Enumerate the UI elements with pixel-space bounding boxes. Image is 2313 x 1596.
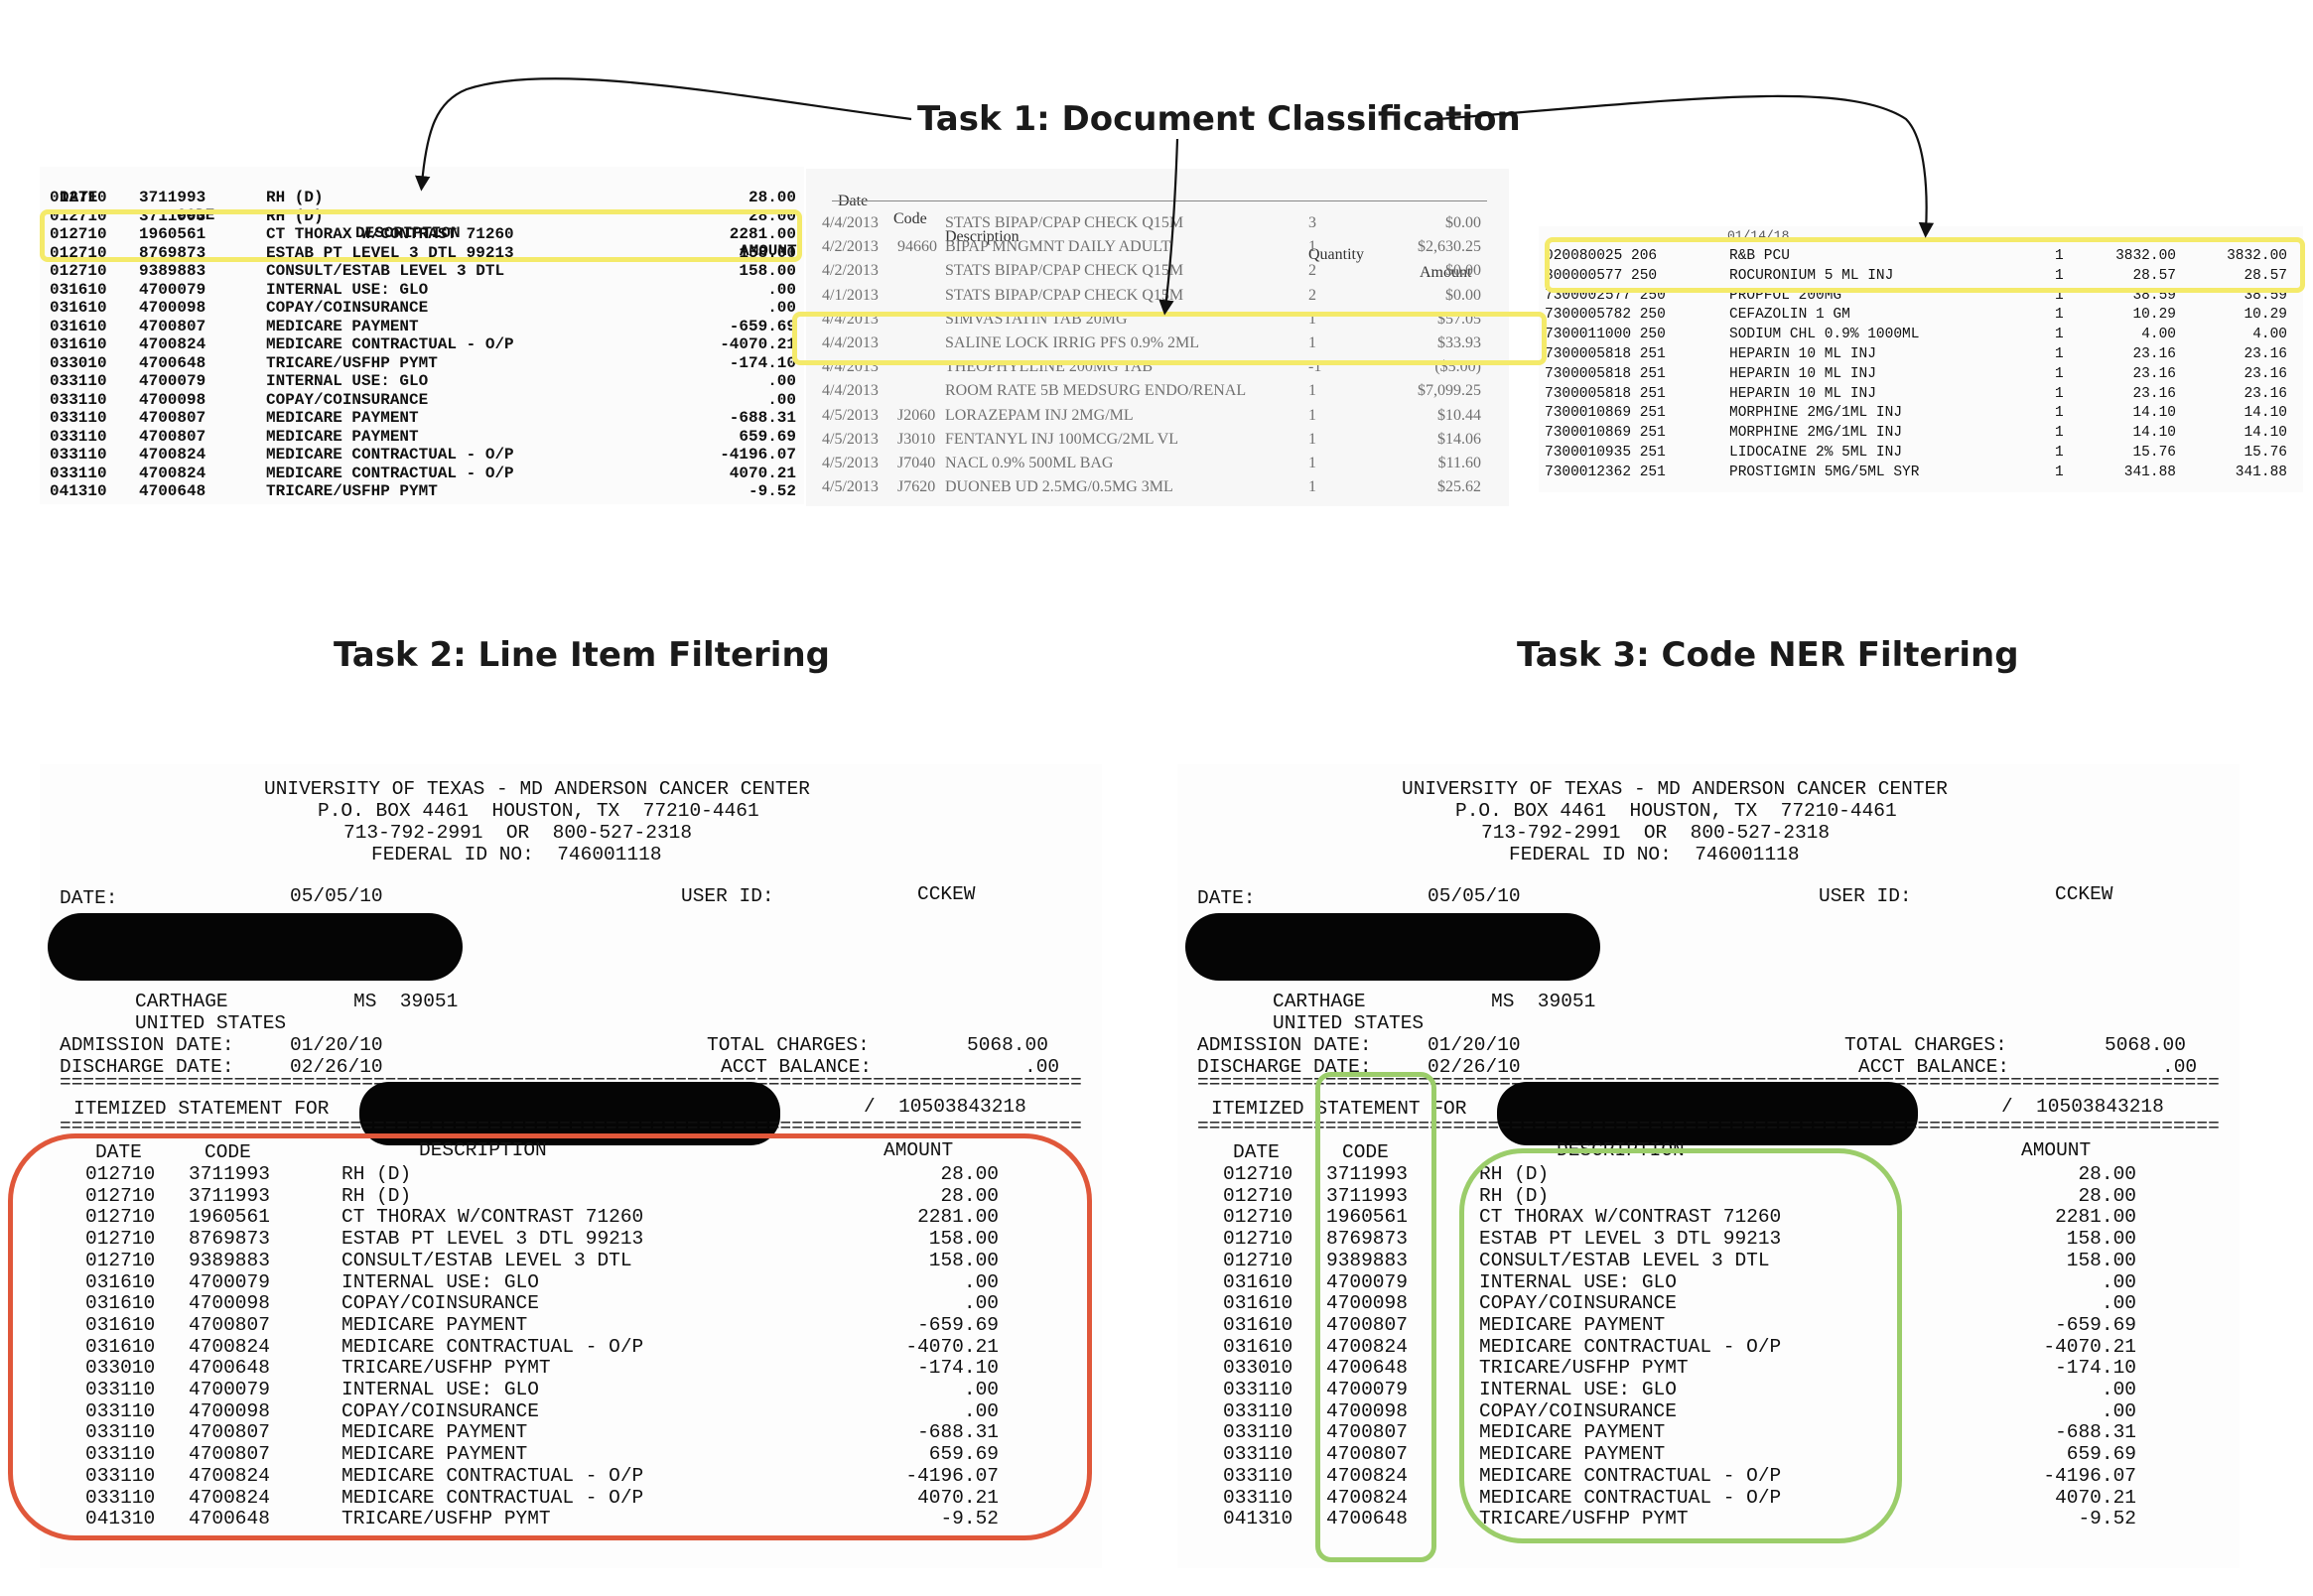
admission-date-value: 01/20/10 <box>290 1034 383 1056</box>
country: UNITED STATES <box>1273 1012 1425 1034</box>
arrow-to-doc1 <box>415 77 912 192</box>
hospital-address: P.O. BOX 4461 HOUSTON, TX 77210-4461 <box>318 800 759 822</box>
row-amount: .00 <box>2101 1270 2136 1293</box>
user-id-label: USER ID: <box>1819 885 1912 907</box>
row-date: 033110 <box>1223 1486 1293 1509</box>
federal-id: FEDERAL ID NO: 746001118 <box>371 844 662 865</box>
row-date: 012710 <box>1223 1249 1293 1271</box>
row-amount: .00 <box>2101 1292 2136 1315</box>
total-charges-value: 5068.00 <box>967 1034 1048 1056</box>
date-value: 05/05/10 <box>290 885 383 907</box>
user-id-label: USER ID: <box>681 885 774 907</box>
row-date: 031610 <box>1223 1292 1293 1315</box>
state-zip: MS 39051 <box>353 991 459 1012</box>
hospital-phones: 713-792-2991 OR 800-527-2318 <box>1481 822 1831 844</box>
date-value: 05/05/10 <box>1428 885 1521 907</box>
row-date: 033110 <box>1223 1399 1293 1422</box>
row-date: 012710 <box>1223 1163 1293 1185</box>
header-date: DATE <box>1233 1141 1280 1163</box>
arrow-to-doc3 <box>1436 94 1935 238</box>
user-id-value: CCKEW <box>2055 883 2113 905</box>
row-date: 033110 <box>1223 1464 1293 1487</box>
code-column-box <box>1315 1072 1436 1562</box>
row-amount: 28.00 <box>2078 1184 2136 1207</box>
total-charges-value: 5068.00 <box>2105 1034 2186 1056</box>
total-charges-label: TOTAL CHARGES: <box>707 1034 870 1056</box>
header-amount: AMOUNT <box>2021 1139 2092 1161</box>
row-amount: .00 <box>2101 1379 2136 1400</box>
row-date: 033010 <box>1223 1357 1293 1380</box>
arrow-to-doc2 <box>1158 138 1179 316</box>
hospital-name: UNIVERSITY OF TEXAS - MD ANDERSON CANCER… <box>264 778 810 800</box>
line-items-box <box>8 1133 1092 1540</box>
row-amount: 28.00 <box>2078 1163 2136 1185</box>
row-amount: -688.31 <box>2055 1421 2136 1444</box>
state-zip: MS 39051 <box>1491 991 1596 1012</box>
row-amount: 158.00 <box>2066 1249 2136 1271</box>
date-label: DATE: <box>1197 887 1256 909</box>
row-amount: -174.10 <box>2055 1357 2136 1380</box>
user-id-value: CCKEW <box>917 883 976 905</box>
hospital-phones: 713-792-2991 OR 800-527-2318 <box>343 822 693 844</box>
row-date: 033110 <box>1223 1443 1293 1466</box>
task2-title: Task 2: Line Item Filtering <box>334 635 830 675</box>
redacted-patient-name <box>1185 913 1600 981</box>
country: UNITED STATES <box>135 1012 287 1034</box>
account-number: / 10503843218 <box>864 1096 1026 1118</box>
row-amount: 659.69 <box>2066 1443 2136 1466</box>
row-amount: 2281.00 <box>2055 1206 2136 1229</box>
date-label: DATE: <box>60 887 118 909</box>
row-amount: -659.69 <box>2055 1313 2136 1336</box>
total-charges-label: TOTAL CHARGES: <box>1844 1034 2007 1056</box>
admission-date-label: ADMISSION DATE: <box>60 1034 234 1056</box>
admission-date-label: ADMISSION DATE: <box>1197 1034 1372 1056</box>
task3-title: Task 3: Code NER Filtering <box>1517 635 2019 675</box>
row-date: 033110 <box>1223 1421 1293 1444</box>
row-date: 041310 <box>1223 1508 1293 1530</box>
row-date: 031610 <box>1223 1313 1293 1336</box>
federal-id: FEDERAL ID NO: 746001118 <box>1509 844 1800 865</box>
row-amount: 4070.21 <box>2055 1486 2136 1509</box>
row-date: 012710 <box>1223 1184 1293 1207</box>
row-amount: -4196.07 <box>2043 1464 2136 1487</box>
row-amount: 158.00 <box>2066 1228 2136 1251</box>
row-date: 012710 <box>1223 1206 1293 1229</box>
city: CARTHAGE <box>135 991 228 1012</box>
redacted-patient-name <box>48 913 463 981</box>
hospital-name: UNIVERSITY OF TEXAS - MD ANDERSON CANCER… <box>1402 778 1948 800</box>
row-date: 033110 <box>1223 1379 1293 1400</box>
row-date: 012710 <box>1223 1228 1293 1251</box>
row-amount: -4070.21 <box>2043 1335 2136 1358</box>
description-column-box <box>1459 1148 1902 1543</box>
city: CARTHAGE <box>1273 991 1366 1012</box>
account-number: / 10503843218 <box>2001 1096 2164 1118</box>
row-date: 031610 <box>1223 1270 1293 1293</box>
row-amount: -9.52 <box>2078 1508 2136 1530</box>
row-amount: .00 <box>2101 1399 2136 1422</box>
hospital-address: P.O. BOX 4461 HOUSTON, TX 77210-4461 <box>1455 800 1897 822</box>
admission-date-value: 01/20/10 <box>1428 1034 1521 1056</box>
row-date: 031610 <box>1223 1335 1293 1358</box>
